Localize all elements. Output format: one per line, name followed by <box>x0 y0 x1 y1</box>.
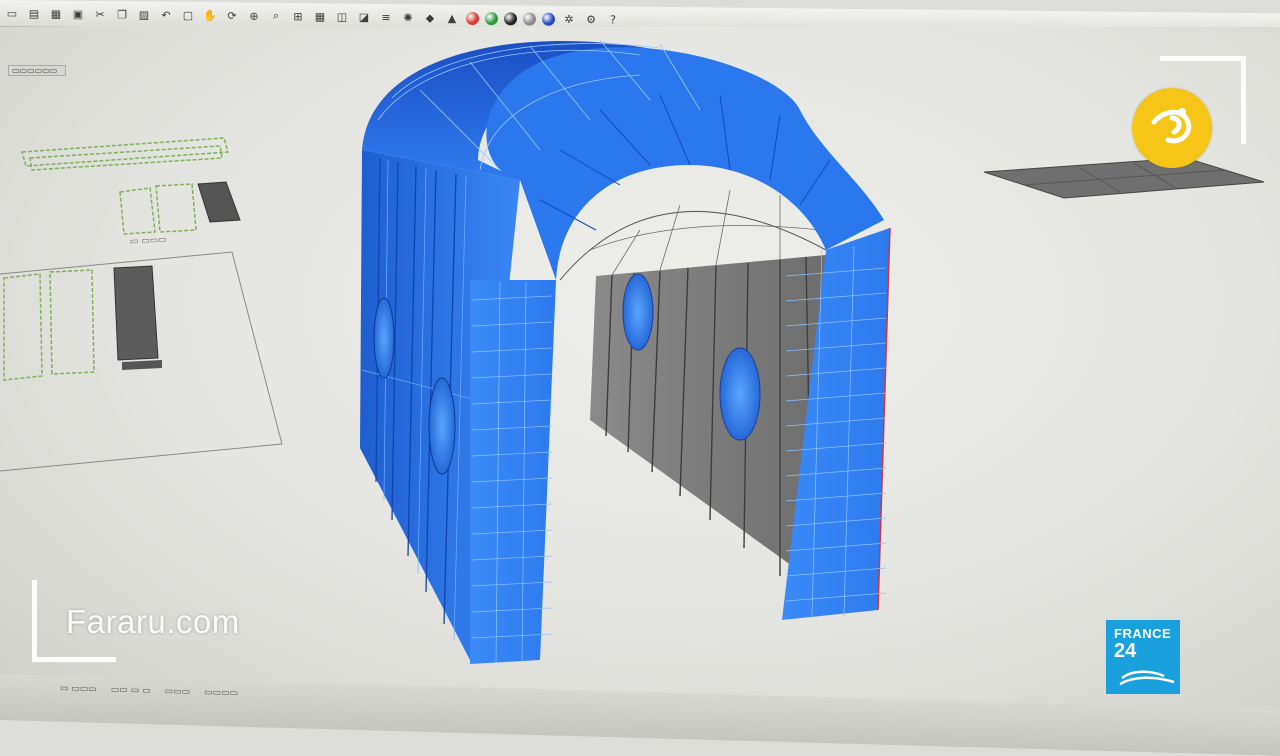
side-hole-lower <box>428 377 456 475</box>
svg-text:▭ ▭▭▭: ▭ ▭▭▭ <box>130 235 167 247</box>
toolbar-layer-icon[interactable]: ≡ <box>378 9 394 25</box>
toolbar-render-blue-icon[interactable] <box>542 12 555 26</box>
arch-model[interactable] <box>360 39 891 664</box>
france24-wave-icon <box>1119 670 1175 686</box>
toolbar-copy-icon[interactable]: ❐ <box>114 6 130 22</box>
status-field: ▭▭▭▭ <box>204 687 239 699</box>
arch-front-left-leg <box>470 280 556 664</box>
toolbar-ghosted-icon[interactable]: ◪ <box>356 9 372 25</box>
toolbar-lock-icon[interactable]: ▲ <box>444 10 460 26</box>
toolbar-open-icon[interactable]: ▤ <box>26 5 42 21</box>
toolbar-rotate-icon[interactable]: ⟳ <box>224 7 240 23</box>
toolbar-options-icon[interactable]: ⚙ <box>583 11 599 27</box>
toolbar-wireframe-icon[interactable]: ◫ <box>334 8 350 24</box>
france24-logo: FRANCE 24 <box>1106 620 1180 694</box>
status-field: ▭▭ ▭ ▭ <box>110 685 151 697</box>
status-field: ▭ ▭▭▭ <box>60 683 97 695</box>
toolbar-save-icon[interactable]: ▦ <box>48 6 64 22</box>
france24-line2: 24 <box>1114 640 1137 662</box>
ground-plane-panel[interactable] <box>983 157 1265 199</box>
side-hole-upper <box>373 297 395 379</box>
toolbar-render-gray-icon[interactable] <box>523 11 536 26</box>
viewport-tab[interactable]: ▭▭▭▭▭▭ <box>8 65 66 76</box>
toolbar-print-icon[interactable]: ▣ <box>70 6 86 22</box>
toolbar-render-black-icon[interactable] <box>504 11 517 25</box>
toolbar-render-green-icon[interactable] <box>485 11 498 25</box>
toolbar-zoom-icon[interactable]: ⊕ <box>246 8 262 24</box>
toolbar-pan-icon[interactable]: ✋ <box>202 7 218 23</box>
toolbar-new-file-icon[interactable]: ▭ <box>4 5 20 21</box>
toolbar-zoom-extents-icon[interactable]: ⊞ <box>290 8 306 24</box>
france24-line1: FRANCE <box>1114 626 1172 641</box>
toolbar-render-red-icon[interactable] <box>466 11 479 25</box>
toolbar-grid-icon[interactable]: ▦ <box>312 8 328 24</box>
toolbar-zoom-window-icon[interactable]: ⌕ <box>268 8 284 24</box>
toolbar-paste-icon[interactable]: ▨ <box>136 6 152 22</box>
toolbar-material-icon[interactable]: ◆ <box>422 9 438 25</box>
toolbar-settings-icon[interactable]: ✲ <box>561 11 577 27</box>
back-wall-hole-lower <box>719 347 761 441</box>
fararu-logo-icon <box>1132 88 1212 168</box>
toolbar-undo-icon[interactable]: ↶ <box>158 7 174 23</box>
layout-outline-drawing[interactable]: ▭ ▭▭▭ <box>0 137 283 472</box>
watermark-text: Fararu.com <box>66 603 240 640</box>
toolbar-help-icon[interactable]: ? <box>605 11 621 27</box>
toolbar-light-icon[interactable]: ✺ <box>400 9 416 25</box>
toolbar-select-icon[interactable]: ▢ <box>180 7 196 23</box>
toolbar-cut-icon[interactable]: ✂ <box>92 6 108 22</box>
back-wall-hole-upper <box>622 273 654 351</box>
